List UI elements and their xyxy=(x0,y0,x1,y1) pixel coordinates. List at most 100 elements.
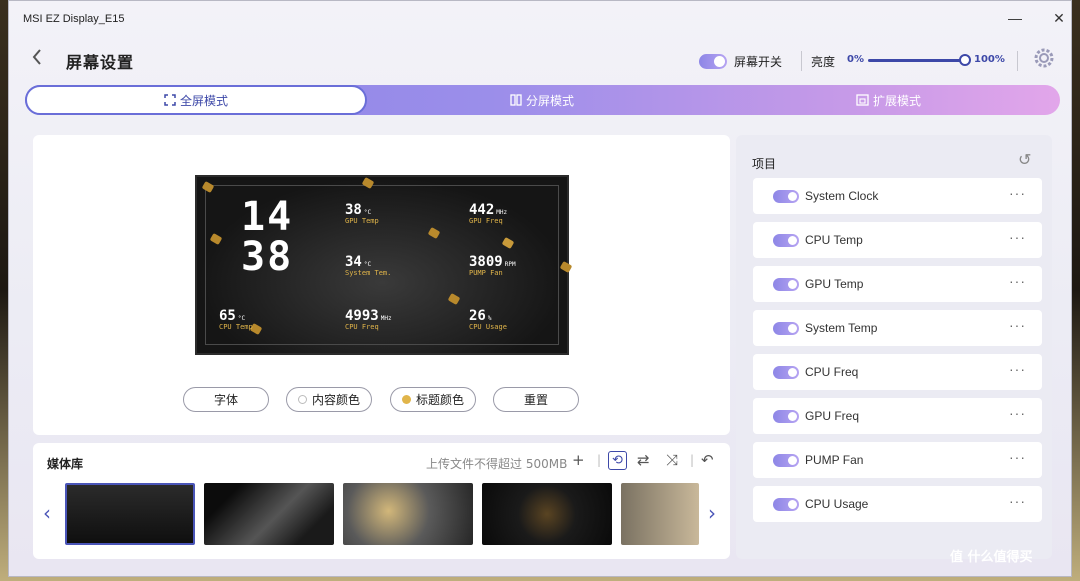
gear-icon xyxy=(1034,48,1054,68)
mode-tabs: 全屏模式 分屏模式 扩展模式 xyxy=(25,85,1060,115)
divider: | xyxy=(597,453,602,467)
content-color-button[interactable]: 内容颜色 xyxy=(286,387,372,412)
media-thumbnail[interactable] xyxy=(204,483,334,545)
reset-items-icon[interactable]: ↺ xyxy=(1018,150,1031,169)
metric-pump-fan: 3809 RPM PUMP Fan xyxy=(469,254,516,277)
more-icon[interactable]: ··· xyxy=(1009,362,1026,376)
media-thumbnail[interactable] xyxy=(65,483,195,545)
tab-label: 全屏模式 xyxy=(179,93,228,108)
list-item[interactable]: GPU Temp ··· xyxy=(753,266,1042,302)
brightness-max: 100% xyxy=(974,54,1005,65)
content-color-label: 内容颜色 xyxy=(311,393,360,407)
undo-icon[interactable]: ↶ xyxy=(701,451,714,469)
item-toggle[interactable] xyxy=(773,453,799,467)
shuffle-icon[interactable]: ⤨ xyxy=(666,451,678,469)
reset-button-label: 重置 xyxy=(523,393,548,407)
metric-system-temp: 34 °C System Tem. xyxy=(345,254,392,277)
brightness-slider[interactable] xyxy=(868,59,966,62)
item-label: CPU Usage xyxy=(805,497,869,511)
item-label: System Temp xyxy=(805,321,878,335)
clock-minute: 38 xyxy=(241,234,294,280)
item-toggle[interactable] xyxy=(773,277,799,291)
split-screen-icon xyxy=(510,94,522,106)
close-button[interactable]: ✕ xyxy=(1049,9,1069,27)
tab-extend[interactable]: 扩展模式 xyxy=(717,85,1060,115)
item-label: GPU Freq xyxy=(805,409,860,423)
media-thumbnail[interactable] xyxy=(343,483,473,545)
device-preview: 14 38 38 °C GPU Temp 442 MHz GPU Freq 34 °C… xyxy=(195,175,573,355)
upload-hint: 上传文件不得超过 500MB xyxy=(426,457,568,471)
screen-switch[interactable]: 屏幕开关 xyxy=(699,53,782,70)
title-color-button[interactable]: 标题颜色 xyxy=(390,387,476,412)
more-icon[interactable]: ··· xyxy=(1009,186,1026,200)
metric-cpu-temp: 65 °C CPU Temp xyxy=(219,308,253,331)
header: 屏幕设置 屏幕开关 亮度 0% 100% xyxy=(9,41,1071,79)
fullscreen-icon xyxy=(164,94,176,106)
tab-fullscreen[interactable]: 全屏模式 xyxy=(25,85,367,115)
screen-toggle[interactable] xyxy=(699,54,727,69)
title-color-label: 标题颜色 xyxy=(415,393,464,407)
more-icon[interactable]: ··· xyxy=(1009,230,1026,244)
media-title: 媒体库 xyxy=(47,457,84,471)
clock-hour: 14 xyxy=(241,194,294,240)
more-icon[interactable]: ··· xyxy=(1009,450,1026,464)
list-item[interactable]: System Clock ··· xyxy=(753,178,1042,214)
item-toggle[interactable] xyxy=(773,365,799,379)
item-toggle[interactable] xyxy=(773,189,799,203)
chevron-left-icon xyxy=(32,49,41,65)
more-icon[interactable]: ··· xyxy=(1009,406,1026,420)
title-bar: MSI EZ Display_E15 — ✕ xyxy=(9,1,1071,37)
metric-cpu-usage: 26% CPU Usage xyxy=(469,308,507,331)
media-thumbnail[interactable] xyxy=(621,483,699,545)
items-title: 项目 xyxy=(752,157,777,171)
more-icon[interactable]: ··· xyxy=(1009,494,1026,508)
add-icon[interactable]: + xyxy=(572,451,585,469)
list-item[interactable]: System Temp ··· xyxy=(753,310,1042,346)
font-button-label: 字体 xyxy=(213,393,238,407)
list-item[interactable]: PUMP Fan ··· xyxy=(753,442,1042,478)
list-item[interactable]: CPU Temp ··· xyxy=(753,222,1042,258)
page-title: 屏幕设置 xyxy=(66,53,135,72)
item-toggle[interactable] xyxy=(773,497,799,511)
settings-button[interactable] xyxy=(1033,47,1055,74)
prev-arrow-icon[interactable]: ‹ xyxy=(43,501,51,525)
item-label: System Clock xyxy=(805,189,879,203)
item-toggle[interactable] xyxy=(773,321,799,335)
next-arrow-icon[interactable]: › xyxy=(708,501,716,525)
list-item[interactable]: CPU Freq ··· xyxy=(753,354,1042,390)
back-button[interactable] xyxy=(31,47,43,72)
list-item[interactable]: GPU Freq ··· xyxy=(753,398,1042,434)
divider xyxy=(801,51,802,71)
minimize-button[interactable]: — xyxy=(1005,9,1025,27)
window-title: MSI EZ Display_E15 xyxy=(23,13,125,25)
more-icon[interactable]: ··· xyxy=(1009,318,1026,332)
brightness-min: 0% xyxy=(847,54,864,65)
watermark: 值 什么值得买 xyxy=(950,550,1033,565)
tab-label: 分屏模式 xyxy=(525,93,574,108)
media-library: 媒体库 上传文件不得超过 500MB + | ⟲ ⇄ ⤨ | ↶ ‹ › xyxy=(33,443,730,559)
metric-cpu-freq: 4993 MHz CPU Freq xyxy=(345,308,392,331)
more-icon[interactable]: ··· xyxy=(1009,274,1026,288)
font-button[interactable]: 字体 xyxy=(183,387,269,412)
divider xyxy=(1017,51,1018,71)
media-thumbnail[interactable] xyxy=(482,483,612,545)
reset-button[interactable]: 重置 xyxy=(493,387,579,412)
divider: | xyxy=(690,453,695,467)
item-label: GPU Temp xyxy=(805,277,864,291)
extend-icon xyxy=(856,94,869,106)
title-color-swatch xyxy=(401,395,411,404)
item-toggle[interactable] xyxy=(773,233,799,247)
list-item[interactable]: CPU Usage ··· xyxy=(753,486,1042,522)
preview-panel: 14 38 38 °C GPU Temp 442 MHz GPU Freq 34 °C… xyxy=(33,135,730,435)
loop-one-icon[interactable]: ⟲ xyxy=(608,451,627,470)
item-label: CPU Temp xyxy=(805,233,863,247)
item-label: PUMP Fan xyxy=(805,453,864,467)
screen-switch-label: 屏幕开关 xyxy=(734,55,783,69)
tab-label: 扩展模式 xyxy=(872,93,921,108)
brightness-slider-thumb[interactable] xyxy=(959,54,971,66)
brightness-label: 亮度 xyxy=(811,55,836,69)
loop-icon[interactable]: ⇄ xyxy=(637,451,650,469)
content-color-swatch xyxy=(297,395,307,404)
item-toggle[interactable] xyxy=(773,409,799,423)
tab-split[interactable]: 分屏模式 xyxy=(371,85,713,115)
